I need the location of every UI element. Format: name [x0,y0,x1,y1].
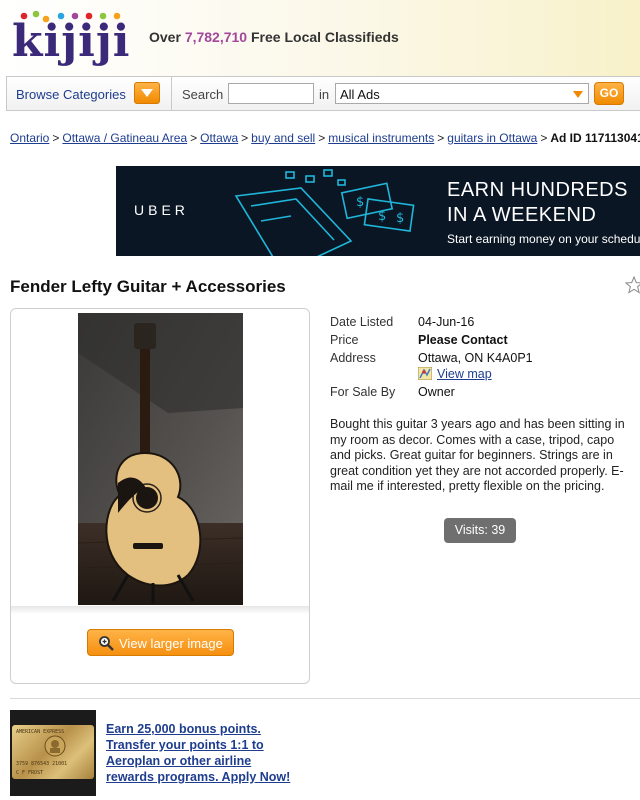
go-button[interactable]: GO [594,82,624,105]
listing-count: 7,782,710 [184,29,248,45]
svg-text:$: $ [396,211,404,226]
chevron-down-icon [573,91,583,98]
search-input[interactable] [228,83,314,104]
banner-subline: Start earning money on your schedule [447,232,640,246]
uber-logo: UBER [134,202,189,218]
car-money-illustration: $ $ $ [234,169,415,256]
promo-line-2: Transfer your points 1:1 to [106,738,264,752]
breadcrumb-guitars-in-ottawa[interactable]: guitars in Ottawa [447,131,537,145]
centurion-emblem-icon [44,735,66,757]
search-label: Search [182,87,224,102]
for-sale-by-value: Owner [418,385,455,399]
promo-line-4: rewards programs. Apply Now! [106,770,291,784]
breadcrumb-ottawa[interactable]: Ottawa [200,131,238,145]
site-header: kijiji Over 7,782,710 Free Local Classif… [0,0,640,76]
detail-row-map: View map [330,367,530,383]
amex-promo-link[interactable]: Earn 25,000 bonus points. Transfer your … [106,721,326,785]
card-face: AMERICAN EXPRESS 3759 876543 21001 C F F… [12,725,94,779]
address-value: Ottawa, ON K4A0P1 [418,351,533,365]
date-listed-label: Date Listed [330,315,394,329]
svg-text:$: $ [356,195,364,210]
category-select-value: All Ads [340,87,380,102]
price-label: Price [330,333,359,347]
date-listed-value: 04-Jun-16 [418,315,475,329]
price-value: Please Contact [418,333,508,347]
visits-badge: Visits: 39 [444,518,516,543]
address-label: Address [330,351,376,365]
section-divider [10,698,640,699]
breadcrumb-buy-and-sell[interactable]: buy and sell [251,131,315,145]
image-shelf-divider [11,606,309,614]
breadcrumb-musical-instruments[interactable]: musical instruments [328,131,434,145]
for-sale-by-label: For Sale By [330,385,396,399]
site-tagline: Over 7,782,710 Free Local Classifieds [149,29,399,45]
browse-categories-label: Browse Categories [16,87,126,102]
ad-image-panel: View larger image [10,308,310,684]
map-icon [418,367,432,380]
ad-title: Fender Lefty Guitar + Accessories [10,277,286,296]
browse-categories-button[interactable]: Browse Categories [7,77,172,110]
browse-dropdown-button[interactable] [134,82,160,104]
card-name: C F FROST [16,770,44,776]
dropdown-arrow-icon [141,89,153,97]
logo-text: kijiji [12,16,130,67]
amex-card-image[interactable]: AMERICAN EXPRESS 3759 876543 21001 C F F… [10,710,96,796]
breadcrumb-ottawa-gatineau[interactable]: Ottawa / Gatineau Area [62,131,187,145]
banner-headline-2: IN A WEEKEND [447,204,597,226]
promo-line-3: Aeroplan or other airline [106,754,252,768]
guitar-photo[interactable] [78,313,243,605]
view-map-text[interactable]: View map [437,367,492,381]
svg-text:$: $ [378,209,386,224]
magnifier-icon [99,636,114,651]
uber-banner-ad[interactable]: $ $ $ UBER EARN HUNDREDS IN A WEEKEND St… [116,166,640,256]
category-select[interactable]: All Ads [335,83,589,104]
search-bar: Browse Categories Search in All Ads GO [6,76,640,111]
breadcrumb-ad-id: Ad ID 1171130412 [550,131,640,145]
card-number: 3759 876543 21001 [16,761,68,767]
breadcrumb: Ontario > Ottawa / Gatineau Area > Ottawa > bu… [10,131,640,145]
banner-headline-1: EARN HUNDREDS [447,179,628,201]
star-icon[interactable] [625,276,640,294]
kijiji-logo[interactable]: kijiji [10,6,132,70]
in-label: in [319,87,330,102]
breadcrumb-ontario[interactable]: Ontario [10,131,49,145]
ad-description: Bought this guitar 3 years ago and has b… [330,417,625,494]
view-larger-image-label: View larger image [119,636,223,651]
view-larger-image-button[interactable]: View larger image [87,629,234,656]
promo-line-1: Earn 25,000 bonus points. [106,722,261,736]
